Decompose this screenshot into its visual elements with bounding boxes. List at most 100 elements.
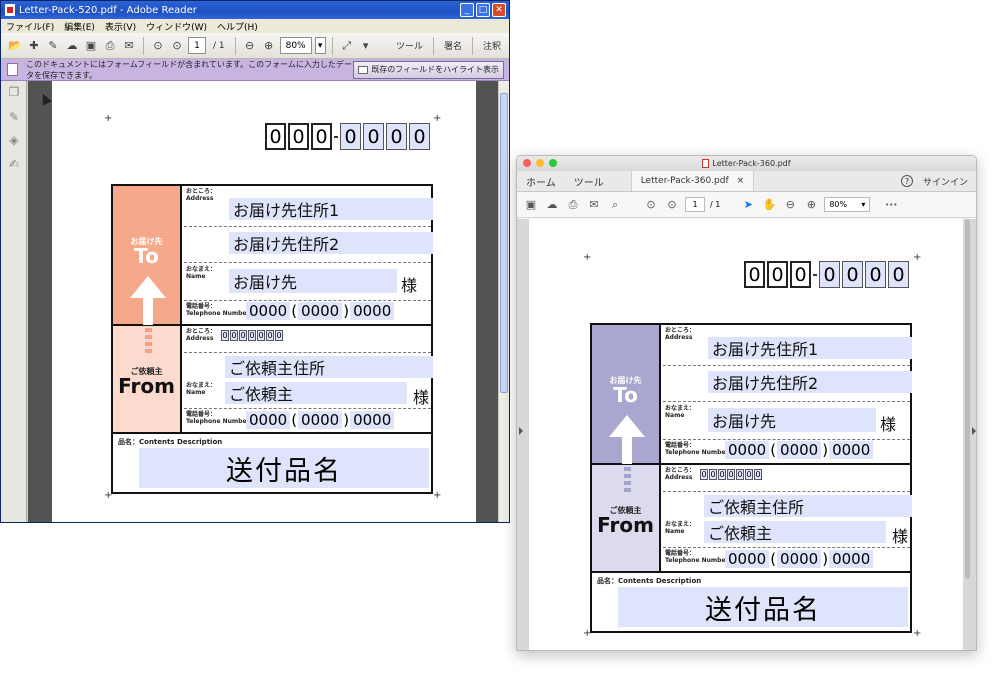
- from-name-field[interactable]: ご依頼主: [225, 382, 407, 404]
- postal-digit[interactable]: 0: [865, 261, 886, 288]
- window-titlebar[interactable]: Letter-Pack-520.pdf - Adobe Reader _ □ ✕: [1, 1, 509, 19]
- create-pdf-icon[interactable]: ✚: [26, 38, 42, 54]
- tel-exchange-field[interactable]: 0000: [777, 550, 822, 568]
- postal-digit[interactable]: 0: [275, 330, 283, 341]
- right-panel-toggle-icon[interactable]: [972, 427, 976, 435]
- scroll-thumb[interactable]: [500, 93, 508, 393]
- save-icon[interactable]: ▣: [83, 38, 99, 54]
- menu-file[interactable]: ファイル(F): [6, 20, 54, 33]
- tel-number-field[interactable]: 0000: [350, 411, 395, 429]
- fit-page-icon[interactable]: ⤢: [339, 38, 355, 54]
- vertical-scrollbar[interactable]: [965, 219, 970, 579]
- zoom-button[interactable]: [549, 159, 557, 167]
- from-address-field[interactable]: ご依頼主住所: [225, 356, 433, 378]
- postal-digit[interactable]: 0: [745, 469, 753, 480]
- to-name-field[interactable]: お届け先: [229, 269, 397, 293]
- page-number-input[interactable]: 1: [188, 37, 206, 54]
- to-address1-field[interactable]: お届け先住所1: [708, 337, 912, 359]
- menu-help[interactable]: ヘルプ(H): [217, 20, 258, 33]
- postal-digit[interactable]: 0: [736, 469, 744, 480]
- cloud-upload-icon[interactable]: ☁: [544, 197, 560, 213]
- postal-digit[interactable]: 0: [767, 261, 788, 288]
- zoom-dropdown-icon[interactable]: ▾: [314, 37, 326, 54]
- tel-number-field[interactable]: 0000: [350, 302, 395, 320]
- signatures-icon[interactable]: ✍: [7, 157, 21, 171]
- comment-button[interactable]: 注釈: [479, 39, 505, 52]
- menu-view[interactable]: 表示(V): [105, 20, 136, 33]
- tel-area-field[interactable]: 0000: [246, 302, 291, 320]
- to-name-field[interactable]: お届け先: [708, 408, 876, 432]
- postal-digit[interactable]: 0: [311, 123, 332, 150]
- postal-digit[interactable]: 0: [248, 330, 256, 341]
- cloud-upload-icon[interactable]: ☁: [64, 38, 80, 54]
- tel-exchange-field[interactable]: 0000: [777, 441, 822, 459]
- print-icon[interactable]: ⎙: [102, 38, 118, 54]
- from-name-field[interactable]: ご依頼主: [704, 521, 886, 543]
- tel-exchange-field[interactable]: 0000: [298, 302, 343, 320]
- help-icon[interactable]: ?: [900, 175, 913, 187]
- postal-digit[interactable]: 0: [266, 330, 274, 341]
- postal-digit[interactable]: 0: [819, 261, 840, 288]
- zoom-out-icon[interactable]: ⊖: [782, 197, 798, 213]
- to-address2-field[interactable]: お届け先住所2: [229, 232, 433, 254]
- zoom-in-icon[interactable]: ⊕: [261, 38, 277, 54]
- postal-digit[interactable]: 0: [842, 261, 863, 288]
- zoom-out-icon[interactable]: ⊖: [242, 38, 258, 54]
- tab-home[interactable]: ホーム: [517, 171, 565, 191]
- tab-document[interactable]: Letter-Pack-360.pdf ×: [630, 171, 755, 191]
- contents-field[interactable]: 送付品名: [139, 448, 429, 488]
- tools-button[interactable]: ツール: [392, 39, 427, 52]
- search-icon[interactable]: ⌕: [607, 197, 623, 213]
- vertical-scrollbar[interactable]: [498, 81, 509, 522]
- to-address1-field[interactable]: お届け先住所1: [229, 198, 433, 220]
- postal-digit[interactable]: 0: [727, 469, 735, 480]
- postal-digit[interactable]: 0: [700, 469, 708, 480]
- zoom-select[interactable]: 80% ▾: [824, 197, 871, 212]
- postal-digit[interactable]: 0: [754, 469, 762, 480]
- email-icon[interactable]: ✉: [121, 38, 137, 54]
- pages-icon[interactable]: ❐: [7, 85, 21, 99]
- open-icon[interactable]: 📂: [7, 38, 23, 54]
- page-down-icon[interactable]: ⊙: [664, 197, 680, 213]
- page-down-icon[interactable]: ⊙: [169, 38, 185, 54]
- zoom-in-icon[interactable]: ⊕: [803, 197, 819, 213]
- menu-window[interactable]: ウィンドウ(W): [146, 20, 207, 33]
- maximize-button[interactable]: □: [476, 3, 490, 17]
- close-button[interactable]: ✕: [492, 3, 506, 17]
- postal-digit[interactable]: 0: [709, 469, 717, 480]
- page-number-input[interactable]: 1: [685, 197, 705, 212]
- postal-digit[interactable]: 0: [230, 330, 238, 341]
- postal-digit[interactable]: 0: [239, 330, 247, 341]
- edit-icon[interactable]: ✎: [45, 38, 61, 54]
- contents-field[interactable]: 送付品名: [618, 587, 908, 627]
- sign-button[interactable]: 署名: [440, 39, 466, 52]
- tel-area-field[interactable]: 0000: [246, 411, 291, 429]
- left-panel-toggle-icon[interactable]: [519, 427, 523, 435]
- tel-area-field[interactable]: 0000: [725, 441, 770, 459]
- minimize-button[interactable]: _: [460, 3, 474, 17]
- page-up-icon[interactable]: ⊙: [150, 38, 166, 54]
- tel-area-field[interactable]: 0000: [725, 550, 770, 568]
- postal-digit[interactable]: 0: [257, 330, 265, 341]
- minimize-button[interactable]: [536, 159, 544, 167]
- postal-digit[interactable]: 0: [744, 261, 765, 288]
- window-titlebar[interactable]: Letter-Pack-360.pdf: [517, 156, 976, 171]
- to-address2-field[interactable]: お届け先住所2: [708, 371, 912, 393]
- attachments-icon[interactable]: ✎: [7, 110, 21, 124]
- postal-digit[interactable]: 0: [790, 261, 811, 288]
- postal-digit[interactable]: 0: [221, 330, 229, 341]
- tab-tools[interactable]: ツール: [565, 171, 613, 191]
- postal-digit[interactable]: 0: [340, 123, 361, 150]
- postal-digit[interactable]: 0: [718, 469, 726, 480]
- more-tools-icon[interactable]: ▾: [358, 38, 374, 54]
- tel-exchange-field[interactable]: 0000: [298, 411, 343, 429]
- print-icon[interactable]: ⎙: [565, 197, 581, 213]
- postal-digit[interactable]: 0: [288, 123, 309, 150]
- postal-digit[interactable]: 0: [888, 261, 909, 288]
- postal-digit[interactable]: 0: [409, 123, 430, 150]
- highlight-fields-button[interactable]: 既存のフィールドをハイライト表示: [353, 60, 504, 79]
- select-tool-icon[interactable]: ➤: [740, 197, 756, 213]
- save-icon[interactable]: ▣: [523, 197, 539, 213]
- postal-digit[interactable]: 0: [363, 123, 384, 150]
- from-address-field[interactable]: ご依頼主住所: [704, 495, 912, 517]
